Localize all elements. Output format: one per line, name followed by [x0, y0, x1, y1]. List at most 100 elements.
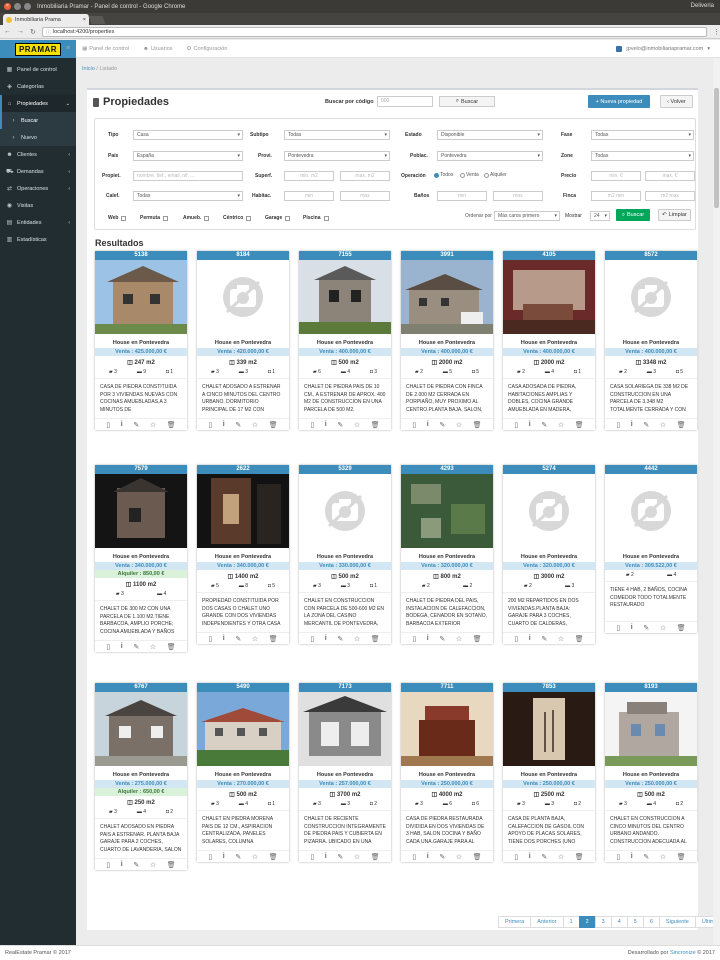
- filter-provi-select[interactable]: Pontevedra ▾: [284, 151, 390, 161]
- document-icon[interactable]: ▯: [412, 421, 416, 429]
- trash-icon[interactable]: 🗑: [269, 635, 278, 643]
- page-link[interactable]: 4: [610, 916, 628, 928]
- document-icon[interactable]: ▯: [208, 421, 212, 429]
- property-card[interactable]: 5138 House en Pontevedra Venta : 425.000,0…: [95, 251, 187, 430]
- document-icon[interactable]: ▯: [310, 421, 314, 429]
- filter-precio-max[interactable]: max. €: [645, 171, 695, 181]
- trash-icon[interactable]: 🗑: [677, 624, 686, 632]
- property-card[interactable]: 2622 House en Pontevedra Venta : 340.000,0…: [197, 465, 289, 644]
- info-icon[interactable]: i: [223, 421, 225, 428]
- document-icon[interactable]: ▯: [514, 421, 518, 429]
- edit-icon[interactable]: ✎: [439, 853, 445, 861]
- maximize-window-icon[interactable]: [24, 3, 31, 10]
- info-icon[interactable]: i: [223, 635, 225, 642]
- filter-fase-select[interactable]: Todas ▾: [591, 130, 694, 140]
- trash-icon[interactable]: 🗑: [677, 421, 686, 429]
- property-image[interactable]: [197, 474, 289, 548]
- star-icon[interactable]: ☆: [558, 421, 564, 429]
- edit-icon[interactable]: ✎: [439, 635, 445, 643]
- filter-zone-select[interactable]: Todas ▾: [591, 151, 694, 161]
- info-icon[interactable]: i: [427, 421, 429, 428]
- filter-finca-min[interactable]: m2 min: [591, 191, 641, 201]
- filter-poblac-select[interactable]: Pontevedra ▾: [437, 151, 543, 161]
- check-amueb[interactable]: Amueb.: [183, 215, 210, 221]
- info-icon[interactable]: i: [529, 853, 531, 860]
- filter-subtipo-select[interactable]: Todas ▾: [284, 130, 390, 140]
- edit-icon[interactable]: ✎: [133, 861, 139, 869]
- edit-icon[interactable]: ✎: [643, 624, 649, 632]
- filter-habitac-max[interactable]: max: [340, 191, 390, 201]
- property-card[interactable]: 5274 House en Pontevedra Venta : 320.000,0…: [503, 465, 595, 644]
- star-icon[interactable]: ☆: [456, 635, 462, 643]
- reload-icon[interactable]: ↻: [30, 28, 36, 36]
- star-icon[interactable]: ☆: [150, 861, 156, 869]
- filter-tipo-select[interactable]: Casa ▾: [133, 130, 243, 140]
- topbar-link-panel[interactable]: ▦ Panel de control: [82, 46, 129, 52]
- property-image[interactable]: [401, 474, 493, 548]
- document-icon[interactable]: ▯: [106, 861, 110, 869]
- property-card[interactable]: 7853 House en Pontevedra Venta : 250.000,0…: [503, 683, 595, 862]
- info-icon[interactable]: i: [427, 853, 429, 860]
- star-icon[interactable]: ☆: [354, 635, 360, 643]
- close-tab-icon[interactable]: ×: [83, 17, 86, 23]
- property-card[interactable]: 8193 House en Pontevedra Venta : 250.000,0…: [605, 683, 697, 862]
- page-link[interactable]: 1: [562, 916, 580, 928]
- edit-icon[interactable]: ✎: [439, 421, 445, 429]
- forward-icon[interactable]: →: [17, 28, 24, 36]
- check-piscina[interactable]: Piscina: [303, 215, 329, 221]
- star-icon[interactable]: ☆: [456, 421, 462, 429]
- property-image[interactable]: [401, 692, 493, 766]
- property-card[interactable]: 5490 House en Pontevedra Venta : 270.000,0…: [197, 683, 289, 862]
- edit-icon[interactable]: ✎: [133, 421, 139, 429]
- trash-icon[interactable]: 🗑: [677, 853, 686, 861]
- document-icon[interactable]: ▯: [514, 635, 518, 643]
- document-icon[interactable]: ▯: [106, 643, 110, 651]
- minimize-window-icon[interactable]: [14, 3, 21, 10]
- info-icon[interactable]: i: [529, 635, 531, 642]
- star-icon[interactable]: ☆: [354, 853, 360, 861]
- document-icon[interactable]: ▯: [106, 421, 110, 429]
- trash-icon[interactable]: 🗑: [575, 853, 584, 861]
- star-icon[interactable]: ☆: [150, 643, 156, 651]
- sidebar-item-propiedades[interactable]: ⌂ Propiedades ⌄: [0, 95, 76, 112]
- trash-icon[interactable]: 🗑: [575, 635, 584, 643]
- property-image[interactable]: [401, 260, 493, 334]
- trash-icon[interactable]: 🗑: [269, 853, 278, 861]
- property-image[interactable]: [197, 260, 289, 334]
- star-icon[interactable]: ☆: [252, 635, 258, 643]
- radio-alquiler[interactable]: Alquiler: [484, 172, 507, 178]
- property-card[interactable]: 8184 House en Pontevedra Venta : 420.000,0…: [197, 251, 289, 430]
- trash-icon[interactable]: 🗑: [371, 853, 380, 861]
- info-icon[interactable]: i: [325, 635, 327, 642]
- property-image[interactable]: [605, 260, 697, 334]
- sidebar-item-buscar[interactable]: › Buscar: [0, 112, 76, 129]
- filter-propiet-input[interactable]: nombre, tlef., email, nif, ...: [133, 171, 243, 181]
- trash-icon[interactable]: 🗑: [269, 421, 278, 429]
- property-image[interactable]: [299, 474, 391, 548]
- sidebar-item-demandas[interactable]: ⛟ Demandas ‹: [0, 163, 76, 180]
- sidebar-item-operaciones[interactable]: ⇄ Operaciones ‹: [0, 180, 76, 197]
- document-icon[interactable]: ▯: [208, 635, 212, 643]
- trash-icon[interactable]: 🗑: [371, 421, 380, 429]
- property-image[interactable]: [503, 260, 595, 334]
- info-icon[interactable]: i: [631, 421, 633, 428]
- scrollbar-thumb[interactable]: [714, 88, 719, 208]
- edit-icon[interactable]: ✎: [235, 635, 241, 643]
- logo[interactable]: PRAMAR: [0, 40, 76, 58]
- edit-icon[interactable]: ✎: [541, 421, 547, 429]
- property-card[interactable]: 4293 House en Pontevedra Venta : 320.000,0…: [401, 465, 493, 644]
- check-garage[interactable]: Garage: [265, 215, 291, 221]
- star-icon[interactable]: ☆: [660, 853, 666, 861]
- check-web[interactable]: Web: [108, 215, 127, 221]
- url-input[interactable]: ⓘ localhost:4200/properties: [41, 26, 707, 37]
- page-link[interactable]: 5: [626, 916, 644, 928]
- footer-credit-link[interactable]: Sincronize: [670, 950, 696, 956]
- filter-superf-min[interactable]: min. m2: [284, 171, 334, 181]
- document-icon[interactable]: ▯: [616, 853, 620, 861]
- page-link[interactable]: 3: [594, 916, 612, 928]
- back-icon[interactable]: ←: [4, 28, 11, 36]
- topbar-link-configuracion[interactable]: ⚙ Configuración: [187, 46, 228, 52]
- document-icon[interactable]: ▯: [616, 421, 620, 429]
- property-card[interactable]: 8572 House en Pontevedra Venta : 400.000,0…: [605, 251, 697, 430]
- browser-menu-icon[interactable]: ⋮: [713, 28, 720, 36]
